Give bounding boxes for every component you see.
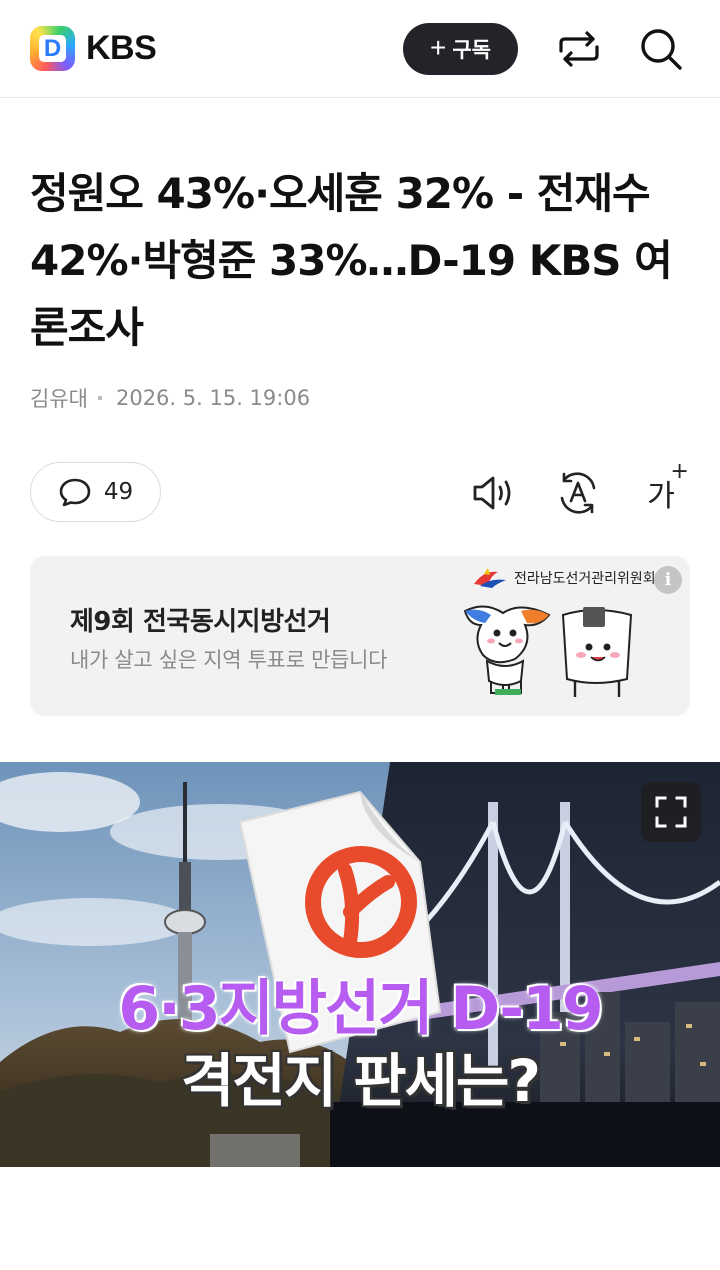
banner-subtitle: 내가 살고 싶은 지역 투표로 만듭니다 xyxy=(70,648,388,672)
comment-button[interactable]: 49 xyxy=(30,462,161,522)
commission-emblem-icon xyxy=(474,568,506,588)
election-banner[interactable]: 제9회 전국동시지방선거 내가 살고 싶은 지역 투표로 만듭니다 전라남도선거… xyxy=(30,556,690,716)
election-mascots-illustration xyxy=(463,605,633,697)
press-name[interactable]: KBS xyxy=(86,28,157,68)
info-icon[interactable]: i xyxy=(654,566,682,594)
logo-letter: D xyxy=(39,35,66,62)
app-header: D KBS + 구독 xyxy=(0,0,720,98)
daum-logo[interactable]: D xyxy=(30,26,75,71)
font-size-glyph: 가 xyxy=(647,479,675,514)
plus-icon: + xyxy=(430,32,447,63)
font-size-label: 가 + xyxy=(647,459,689,515)
search-icon[interactable] xyxy=(638,26,684,72)
subscribe-label: 구독 xyxy=(452,39,491,62)
font-size-plus: + xyxy=(670,459,689,484)
election-commission-logo: 전라남도선거관리위원회 xyxy=(470,566,656,590)
fullscreen-icon[interactable] xyxy=(641,782,701,842)
banner-title: 제9회 전국동시지방선거 xyxy=(70,607,331,637)
hero-headline-2: 격전지 판세는? xyxy=(181,1047,541,1115)
comment-icon xyxy=(59,478,91,507)
listen-icon[interactable] xyxy=(470,468,520,518)
font-size-button[interactable]: 가 + xyxy=(636,459,689,518)
comment-count: 49 xyxy=(103,479,134,505)
commission-name: 전라남도선거관리위원회 xyxy=(514,571,656,587)
meta-separator xyxy=(97,396,102,400)
share-icon[interactable] xyxy=(556,26,602,72)
subscribe-button[interactable]: + 구독 xyxy=(403,23,518,75)
article-meta: 김유대 2026. 5. 15. 19:06 xyxy=(30,383,310,413)
author-name[interactable]: 김유대 xyxy=(30,383,88,413)
publish-datetime: 2026. 5. 15. 19:06 xyxy=(115,386,311,410)
article-title: 정원오 43%·오세훈 32% - 전재수 42%·박형준 33%…D-19 K… xyxy=(30,169,673,352)
translate-icon[interactable] xyxy=(553,468,603,518)
article-hero-image[interactable]: 6·3지방선거 D-19 격전지 판세는? xyxy=(0,762,720,1167)
